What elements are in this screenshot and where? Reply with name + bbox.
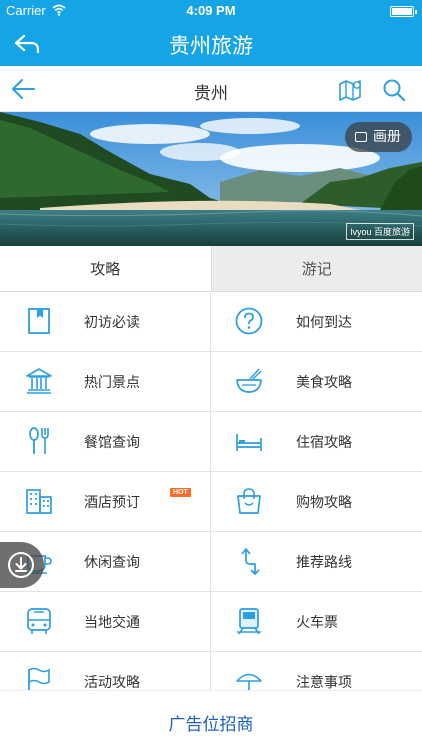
menu-item-label: 当地交通 bbox=[84, 615, 140, 631]
menu-item-label: 注意事项 bbox=[296, 675, 352, 690]
menu-item-label: 火车票 bbox=[296, 615, 338, 631]
battery-icon bbox=[390, 6, 417, 17]
banner-photo[interactable]: 画册 lvyou 百度旅游 bbox=[0, 112, 422, 246]
map-icon[interactable] bbox=[338, 78, 364, 102]
menu-item-how-to-get-there[interactable]: 如何到达 bbox=[211, 292, 422, 352]
download-icon bbox=[8, 552, 34, 578]
tab-guide[interactable]: 攻略 bbox=[0, 246, 211, 291]
menu-item-label: 住宿攻略 bbox=[296, 435, 352, 451]
question-circle-icon bbox=[235, 307, 263, 335]
search-icon[interactable] bbox=[382, 78, 406, 102]
menu-item-recommended-routes[interactable]: 推荐路线 bbox=[211, 532, 422, 592]
menu-item-label: 餐馆查询 bbox=[84, 435, 140, 451]
spoon-fork-icon bbox=[29, 427, 49, 454]
menu-item-label: 活动攻略 bbox=[84, 675, 140, 690]
menu-item-activities[interactable]: 活动攻略 bbox=[0, 652, 211, 690]
menu-item-food-guide[interactable]: 美食攻略 bbox=[211, 352, 422, 412]
menu-item-label: 推荐路线 bbox=[296, 555, 352, 571]
umbrella-icon bbox=[236, 673, 262, 690]
ad-text: 广告位招商 bbox=[168, 715, 254, 735]
train-icon bbox=[237, 608, 261, 635]
bookmark-icon bbox=[28, 308, 50, 334]
menu-item-label: 热门景点 bbox=[84, 375, 140, 391]
menu-item-hotel-booking[interactable]: 酒店预订 bbox=[0, 472, 211, 532]
nav-bar: 贵州 bbox=[0, 66, 422, 112]
menu-item-restaurant-search[interactable]: 餐馆查询 bbox=[0, 412, 211, 472]
menu-item-attractions[interactable]: 热门景点 bbox=[0, 352, 211, 412]
flag-icon bbox=[28, 667, 50, 690]
menu-item-label: 美食攻略 bbox=[296, 375, 352, 391]
bed-icon bbox=[236, 434, 262, 451]
status-bar: Carrier 4:09 PM bbox=[0, 0, 422, 22]
album-icon bbox=[355, 132, 367, 142]
app-header: 贵州旅游 bbox=[0, 22, 422, 66]
menu-item-label: 休闲查询 bbox=[84, 555, 140, 571]
album-label: 画册 bbox=[373, 129, 401, 145]
album-button[interactable]: 画册 bbox=[345, 122, 412, 152]
clock: 4:09 PM bbox=[186, 3, 236, 18]
app-title: 贵州旅游 bbox=[169, 34, 253, 58]
menu-item-shopping-guide[interactable]: 购物攻略 bbox=[211, 472, 422, 532]
download-button[interactable] bbox=[0, 542, 44, 588]
menu-item-label: 如何到达 bbox=[296, 315, 352, 331]
menu-item-label: 初访必读 bbox=[84, 315, 140, 331]
menu-item-local-transport[interactable]: 当地交通 bbox=[0, 592, 211, 652]
menu-item-train-tickets[interactable]: 火车票 bbox=[211, 592, 422, 652]
menu-item-precautions[interactable]: 注意事项 bbox=[211, 652, 422, 690]
noodle-bowl-icon bbox=[236, 368, 262, 393]
tab-travelogue[interactable]: 游记 bbox=[210, 246, 422, 291]
buildings-icon bbox=[26, 489, 52, 514]
watermark: lvyou 百度旅游 bbox=[346, 223, 414, 240]
hot-badge: HOT bbox=[170, 488, 191, 497]
bus-icon bbox=[27, 608, 51, 634]
menu-item-first-visit[interactable]: 初访必读 bbox=[0, 292, 211, 352]
route-arrows-icon bbox=[241, 548, 260, 576]
menu-item-label: 酒店预订 bbox=[84, 495, 140, 511]
landmark-icon bbox=[26, 368, 52, 394]
menu-item-label: 购物攻略 bbox=[296, 495, 352, 511]
menu-item-accommodation[interactable]: 住宿攻略 bbox=[211, 412, 422, 472]
ad-banner[interactable]: 广告位招商 bbox=[0, 690, 422, 750]
shopping-bag-icon bbox=[237, 488, 261, 514]
menu-grid: 初访必读 如何到达 热门景点 美食攻略 餐馆查询 住宿攻略 酒店预订 购物攻略 … bbox=[0, 292, 422, 690]
tab-bar: 攻略 游记 bbox=[0, 246, 422, 292]
